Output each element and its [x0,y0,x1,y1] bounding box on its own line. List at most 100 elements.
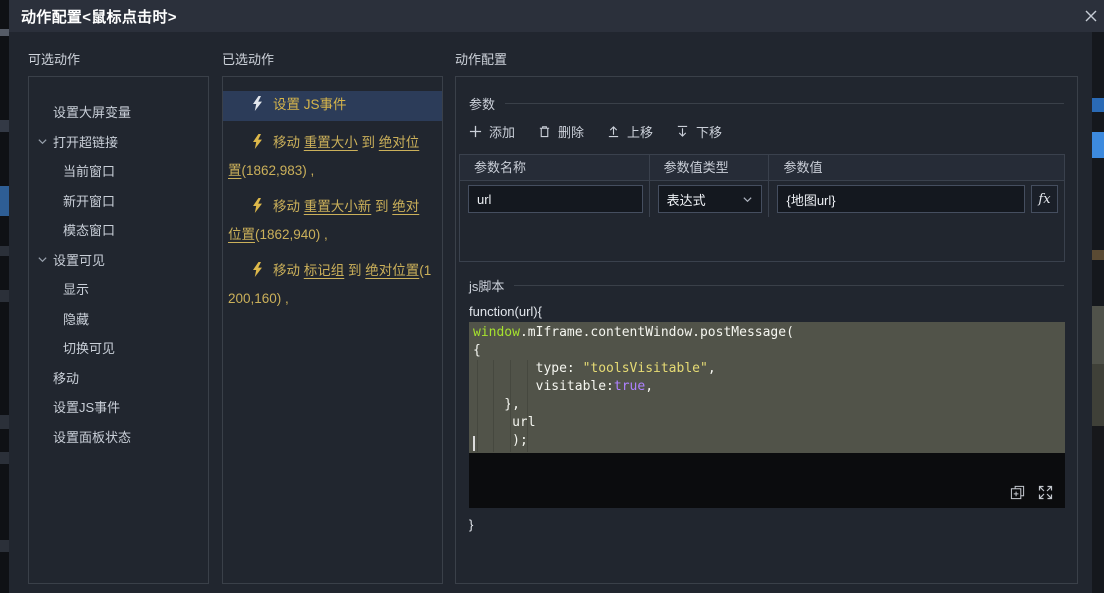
move-up-button[interactable]: 上移 [607,122,653,141]
tree-item-top[interactable]: 设置大屏变量 [29,97,208,127]
delete-param-button[interactable]: 删除 [538,122,584,141]
selected-action-item[interactable]: 移动 重置大小新 到 绝对位置(1862,940) , [223,193,442,249]
code-token: { [473,343,481,358]
param-type-cell: 表达式 [650,181,770,217]
action-tree: 设置大屏变量打开超链接当前窗口新开窗口模态窗口设置可见显示隐藏切换可见移动设置J… [29,77,208,451]
selected-action-item[interactable]: 移动 重置大小 到 绝对位置(1862,983) , [223,129,442,185]
action-text: 到 [344,263,365,278]
code-token: ); [473,433,528,448]
param-value-cell: fx [769,181,1064,217]
action-text: 移动 [273,263,304,278]
tree-item-label: 新开窗口 [63,191,115,210]
backdrop-fragment [0,29,9,36]
action-text: (1862,940) , [255,227,328,242]
param-value-header: 参数值 [769,155,1064,180]
backdrop-fragment [0,120,9,132]
lightning-icon [252,132,263,158]
tree-item-parent[interactable]: 打开超链接 [29,127,208,157]
tree-item-top[interactable]: 移动 [29,363,208,393]
backdrop-fragment [0,540,9,552]
backdrop-fragment [0,452,9,464]
code-token: true [614,379,645,394]
tree-item-child[interactable]: 切换可见 [29,333,208,363]
tree-item-label: 设置JS事件 [53,397,120,416]
tree-item-parent[interactable]: 设置可见 [29,245,208,275]
dialog-title: 动作配置<鼠标点击时> [21,6,177,27]
code-line: ); [473,432,1065,450]
move-up-label: 上移 [627,122,653,141]
param-value-input[interactable] [777,185,1025,213]
param-type-header: 参数值类型 [650,155,770,180]
tree-item-child[interactable]: 隐藏 [29,304,208,334]
code-line: window.mIframe.contentWindow.postMessage… [473,324,1065,342]
params-section-label: 参数 [469,94,495,113]
delete-param-label: 删除 [558,122,584,141]
text-caret [473,436,475,451]
selected-action-item[interactable]: 移动 标记组 到 绝对位置(1200,160) , [223,257,442,313]
tree-item-child[interactable]: 新开窗口 [29,186,208,216]
action-text: 到 [371,199,392,214]
move-down-label: 下移 [696,122,722,141]
copy-icon[interactable] [1010,485,1025,500]
add-param-label: 添加 [489,122,515,141]
tree-item-top[interactable]: 设置JS事件 [29,392,208,422]
action-text: 到 [358,135,379,150]
chevron-down-icon [37,136,48,147]
tree-item-label: 隐藏 [63,309,89,328]
chevron-down-icon [742,194,753,205]
lightning-icon [252,260,263,286]
tree-item-child[interactable]: 显示 [29,274,208,304]
code-line: visitable:true, [473,378,1065,396]
action-target-link[interactable]: 重置大小 [304,135,358,150]
params-table-header: 参数名称 参数值类型 参数值 [460,155,1064,181]
tree-item-label: 显示 [63,279,89,298]
close-button[interactable] [1083,8,1099,24]
code-area: window.mIframe.contentWindow.postMessage… [469,322,1065,453]
action-config-label: 动作配置 [455,49,507,68]
tree-item-label: 移动 [53,368,79,387]
section-divider [514,285,1064,286]
param-type-select[interactable]: 表达式 [658,185,763,213]
action-target-link[interactable]: 重置大小新 [304,199,372,214]
backdrop-fragment [1092,306,1104,364]
indent-guide [510,360,511,452]
backdrop-fragment [0,290,9,302]
params-section-header: 参数 [469,95,1064,111]
function-close-text: } [469,517,473,532]
move-down-icon [676,125,689,138]
js-code-editor[interactable]: window.mIframe.contentWindow.postMessage… [469,322,1065,508]
backdrop-fragment [1092,132,1104,158]
backdrop-left [0,0,9,593]
expand-icon[interactable] [1038,485,1053,500]
action-target-link[interactable]: 标记组 [304,263,345,278]
chevron-down-icon [37,254,48,265]
move-down-button[interactable]: 下移 [676,122,722,141]
action-target-link[interactable]: 绝对位置 [365,263,419,278]
code-token: , [708,361,716,376]
fx-expression-button[interactable]: fx [1031,185,1058,213]
tree-item-child[interactable]: 当前窗口 [29,156,208,186]
action-config-panel: 参数 添加 删除 上移 下移 [455,76,1078,584]
code-line: type: "toolsVisitable", [473,360,1065,378]
selected-action-item[interactable]: 设置 JS事件 [223,91,442,121]
action-config-dialog: 动作配置<鼠标点击时> 可选动作 已选动作 动作配置 设置大屏变量打开超链接当前… [9,0,1104,593]
tree-item-top[interactable]: 设置面板状态 [29,422,208,452]
add-param-button[interactable]: 添加 [469,122,515,141]
indent-guide [477,360,478,452]
selected-actions-panel: 设置 JS事件移动 重置大小 到 绝对位置(1862,983) ,移动 重置大小… [222,76,443,584]
param-name-input[interactable] [468,185,643,213]
tree-item-label: 设置大屏变量 [53,102,131,121]
params-toolbar: 添加 删除 上移 下移 [469,119,722,143]
action-text: 移动 [273,135,304,150]
tree-item-label: 切换可见 [63,338,115,357]
trash-icon [538,125,551,138]
selected-actions-list: 设置 JS事件移动 重置大小 到 绝对位置(1862,983) ,移动 重置大小… [223,77,442,313]
tree-item-child[interactable]: 模态窗口 [29,215,208,245]
code-token: .mIframe.contentWindow.postMessage( [520,325,794,340]
lightning-icon [252,94,263,120]
action-text: 移动 [273,199,304,214]
tree-item-label: 设置可见 [53,250,105,269]
code-token: window [473,325,520,340]
code-token: "toolsVisitable" [583,361,708,376]
code-token: , [645,379,653,394]
